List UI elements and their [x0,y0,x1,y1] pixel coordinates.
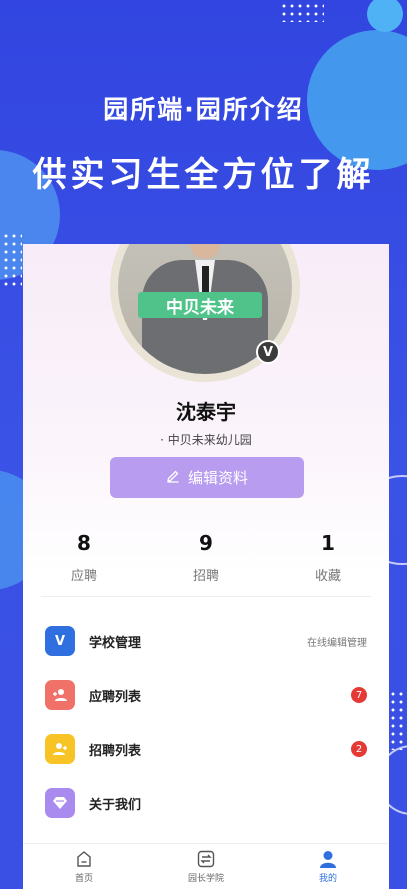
decor-circle [367,0,403,32]
stat-value: 9 [199,531,213,555]
stat-recruitments[interactable]: 9 招聘 [145,531,267,584]
tab-label: 首页 [74,874,93,884]
add-user-icon [45,680,75,710]
divider [41,596,371,597]
menu-item-school-management[interactable]: V 学校管理 在线编辑管理 [23,614,389,668]
decor-dots [2,232,22,288]
tab-principal-academy[interactable]: 园长学院 [145,844,267,889]
decor-dots [389,690,405,750]
count-badge: 2 [351,741,367,757]
menu-item-applications[interactable]: 应聘列表 7 [23,668,389,722]
avatar-logo: 中贝未来 [138,292,262,318]
edit-profile-label: 编辑资料 [187,469,248,487]
menu-list: V 学校管理 在线编辑管理 应聘列表 7 招聘列表 2 关于我们 [23,614,389,830]
stat-value: 8 [77,531,91,555]
menu-item-label: 应聘列表 [89,689,142,705]
count-badge: 7 [351,687,367,703]
switch-icon [196,849,216,869]
stat-label: 应聘 [70,569,97,584]
stat-label: 收藏 [314,569,341,584]
v-icon: V [45,626,75,656]
phone-screen: 中贝未来 V 沈泰宇 · 中贝未来幼儿园 编辑资料 8 应聘 9 招聘 1 收藏… [23,244,389,889]
verified-badge: V [256,340,280,364]
menu-item-recruitments[interactable]: 招聘列表 2 [23,722,389,776]
diamond-icon [45,788,75,818]
avatar-figure [190,244,220,258]
stat-label: 招聘 [192,569,219,584]
stat-value: 1 [321,531,335,555]
tab-label: 园长学院 [187,874,224,884]
menu-item-label: 学校管理 [89,635,142,651]
stat-favorites[interactable]: 1 收藏 [267,531,389,584]
add-user-icon [45,734,75,764]
promo-title: 园所端·园所介绍 [103,95,304,124]
stats-row: 8 应聘 9 招聘 1 收藏 [23,531,389,584]
edit-icon [166,469,180,487]
menu-item-label: 招聘列表 [89,743,142,759]
tab-home[interactable]: 首页 [23,844,145,889]
menu-item-label: 关于我们 [89,797,142,813]
school-name: · 中贝未来幼儿园 [160,433,252,447]
tab-mine[interactable]: 我的 [267,844,389,889]
edit-profile-button[interactable]: 编辑资料 [110,457,304,498]
tab-label: 我的 [318,874,337,884]
profile-icon [318,849,338,869]
home-icon [74,849,94,869]
bottom-tab-bar: 首页 园长学院 我的 [23,843,389,889]
stat-applications[interactable]: 8 应聘 [23,531,145,584]
menu-item-about-us[interactable]: 关于我们 [23,776,389,830]
menu-item-hint: 在线编辑管理 [307,637,367,649]
user-name: 沈泰宇 [176,400,236,424]
decor-dots [280,2,324,22]
promo-subtitle: 供实习生全方位了解 [32,155,375,195]
